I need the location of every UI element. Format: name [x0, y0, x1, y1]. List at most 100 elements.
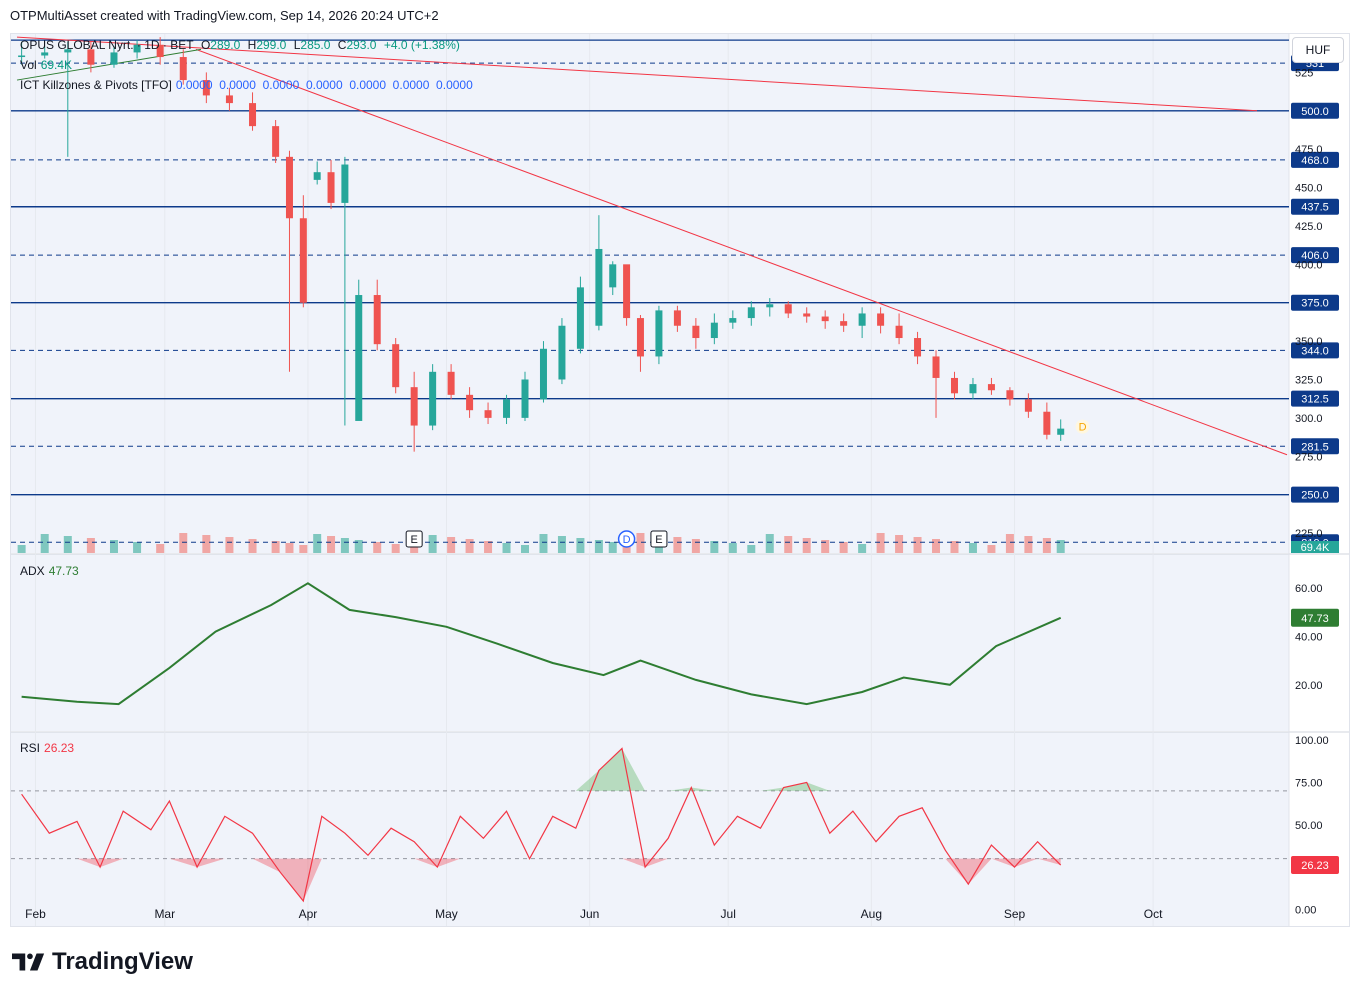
volume-bar	[608, 542, 617, 553]
volume-bar	[728, 543, 737, 553]
volume-bar	[968, 543, 977, 553]
volume-bar	[340, 538, 349, 553]
adx-value-label: 47.73	[1301, 613, 1329, 625]
volume-bar	[299, 545, 308, 553]
volume-bar	[40, 534, 49, 553]
chart-frame[interactable]: EDED 531 500.0 468.0 437.5 406.0 375.0 344.0 31…	[10, 33, 1350, 927]
time-axis-label: May	[435, 907, 458, 921]
time-axis-label: Feb	[25, 907, 46, 921]
candle-body	[969, 384, 977, 394]
change-value: +4.0 (+1.38%)	[383, 38, 460, 52]
adx-label[interactable]: ADX	[20, 564, 45, 578]
volume-bar	[447, 537, 456, 553]
volume-bar	[950, 541, 959, 553]
candle-body	[636, 318, 644, 357]
price-tick-label: 300.0	[1295, 413, 1323, 425]
volume-bar	[765, 534, 774, 553]
candle-body	[692, 325, 700, 339]
candle-body	[987, 384, 995, 391]
volume-bar	[391, 544, 400, 553]
close-value: 293.0	[346, 38, 377, 52]
candle-body	[429, 371, 437, 426]
candle-body	[877, 313, 885, 326]
candle-body	[932, 356, 940, 378]
price-tick-label: 225.0	[1295, 528, 1323, 540]
candle-body	[595, 248, 603, 326]
volume-bar	[895, 535, 904, 553]
volume-bar	[747, 545, 756, 553]
tradingview-logo[interactable]: TradingView	[12, 948, 193, 976]
level-label: 500.0	[1301, 106, 1329, 118]
price-tick-label: 275.0	[1295, 451, 1323, 463]
volume-label[interactable]: Vol	[20, 58, 37, 72]
candle-body	[539, 348, 547, 400]
volume-bar	[428, 535, 437, 553]
candle-body	[327, 172, 335, 203]
candle-body	[110, 52, 118, 65]
currency-button[interactable]: HUF	[1292, 37, 1344, 63]
volume-bar	[987, 545, 996, 553]
volume-bar	[465, 539, 474, 553]
volume-bar	[784, 536, 793, 553]
volume-bar	[521, 545, 529, 553]
candle-body	[655, 310, 663, 357]
level-label: 250.0	[1301, 490, 1329, 502]
ict-legend: ICT Killzones & Pivots [TFO] 0.0000 0.000…	[20, 78, 477, 92]
candle-body	[710, 322, 718, 339]
candle-body	[179, 57, 187, 81]
time-axis-label: Oct	[1144, 907, 1163, 921]
volume-bar	[133, 542, 142, 553]
rsi-value-label: 26.23	[1301, 860, 1329, 872]
volume-badge-label: 69.4K	[1301, 542, 1330, 554]
volume-bar	[913, 537, 922, 553]
candle-body	[766, 304, 774, 308]
candle-body	[341, 164, 349, 203]
rsi-legend: RSI 26.23	[20, 741, 78, 755]
volume-bar	[839, 542, 848, 553]
time-axis-label: Jul	[721, 907, 736, 921]
open-label: O	[200, 38, 211, 52]
price-tick-label: 425.0	[1295, 221, 1323, 233]
candle-body	[272, 126, 280, 157]
volume-bar	[179, 533, 188, 553]
volume-bar	[17, 545, 26, 553]
volume-bar	[285, 543, 294, 553]
volume-bar	[502, 543, 511, 553]
ict-label[interactable]: ICT Killzones & Pivots [TFO]	[20, 78, 172, 92]
volume-bar	[576, 538, 585, 553]
price-pane-bg	[11, 34, 1289, 553]
candle-body	[503, 399, 511, 418]
candle-body	[1024, 399, 1032, 412]
volume-bar	[539, 534, 548, 553]
volume-bar	[673, 537, 682, 553]
candle-body	[484, 410, 492, 418]
volume-bar	[802, 538, 811, 553]
rsi-tick-label: 75.00	[1295, 777, 1323, 789]
ict-values: 0.0000 0.0000 0.0000 0.0000 0.0000 0.000…	[175, 78, 473, 92]
earnings-marker-label: E	[410, 534, 417, 546]
candle-body	[41, 52, 49, 56]
candle-body	[466, 394, 474, 411]
candle-body	[285, 156, 293, 219]
rsi-value: 26.23	[44, 741, 75, 755]
low-value: 285.0	[300, 38, 331, 52]
candle-body	[447, 371, 455, 395]
level-label: 375.0	[1301, 298, 1329, 310]
rsi-pane-bg	[11, 732, 1289, 926]
volume-bar	[327, 536, 336, 553]
candle-body	[784, 304, 792, 314]
volume-bar	[876, 533, 885, 553]
candle-body	[821, 316, 829, 322]
level-label: 468.0	[1301, 155, 1329, 167]
candle-body	[747, 307, 755, 319]
volume-value: 69.4K	[40, 58, 73, 72]
candle-body	[355, 295, 363, 421]
tradingview-logo-icon	[12, 953, 45, 971]
time-axis-label: Aug	[861, 907, 882, 921]
candle-body	[858, 313, 866, 326]
chart-canvas[interactable]: E D ED 531500.0468.0437.5406.0375.0344.031…	[11, 34, 1349, 926]
symbol-label[interactable]: OPUS GLOBAL Nyrt. · 1D · BET	[20, 38, 194, 52]
adx-tick-label: 20.00	[1295, 680, 1323, 692]
volume-bar	[1005, 534, 1014, 553]
rsi-label[interactable]: RSI	[20, 741, 40, 755]
